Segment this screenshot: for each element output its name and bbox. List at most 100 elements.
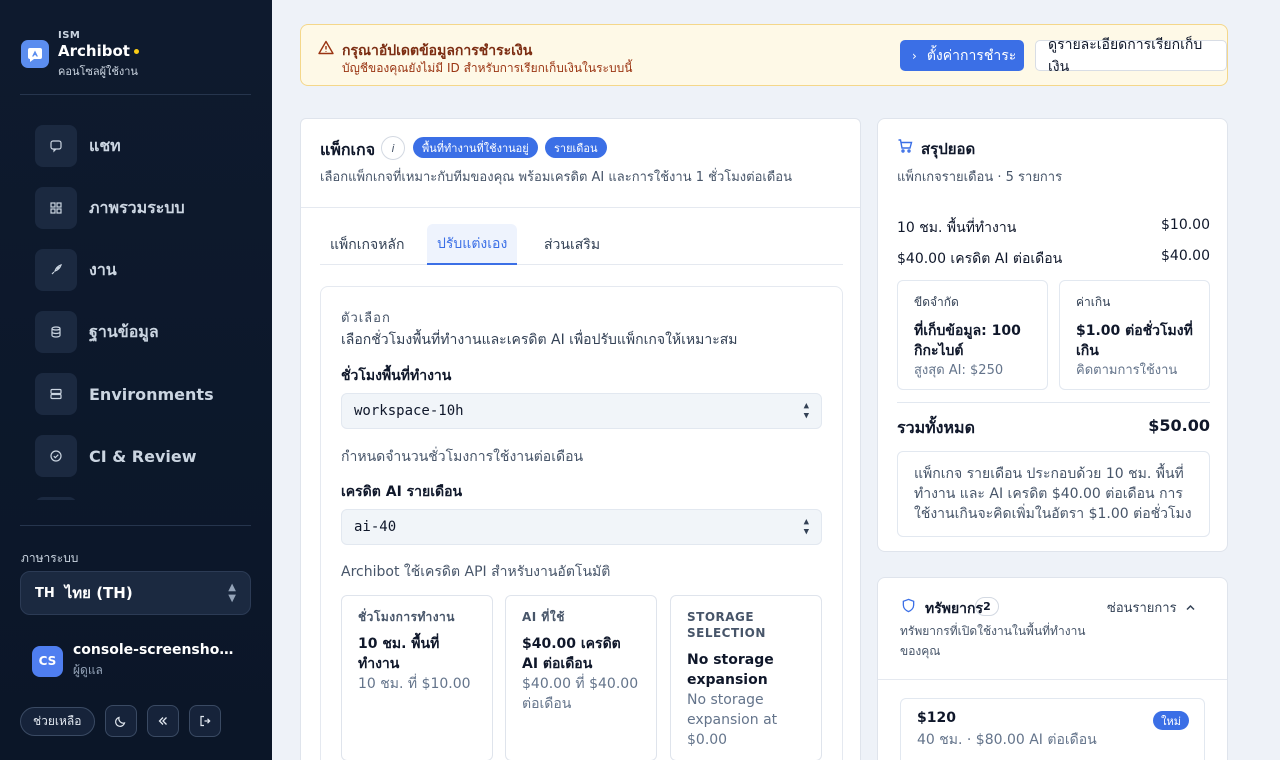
tab-addons[interactable]: ส่วนเสริม bbox=[534, 224, 610, 265]
shield-icon bbox=[902, 598, 915, 613]
divider bbox=[878, 679, 1227, 680]
tab-customize[interactable]: ปรับแต่งเอง bbox=[427, 224, 518, 265]
sidebar-item-label: ฐานข้อมูล bbox=[89, 321, 159, 341]
resources-description: ทรัพยากรที่เปิดใช้งานในพื้นที่ทำงานของคุ… bbox=[900, 624, 1086, 658]
setup-billing-button[interactable]: › ตั้งค่าการชำระ bbox=[900, 40, 1025, 71]
sidebar-item-jobs[interactable]: งาน bbox=[35, 249, 251, 291]
order-line-item: $40.00 เครดิต AI ต่อเดือน $40.00 bbox=[897, 248, 1210, 270]
storage-selection-card: STORAGE SELECTION No storage expansion N… bbox=[670, 595, 822, 760]
chevron-updown-icon: ▲ ▼ bbox=[803, 401, 809, 421]
brand-kicker: ISM bbox=[58, 30, 81, 41]
rocket-icon bbox=[35, 249, 77, 291]
user-name: console-screenshot-admin bbox=[73, 642, 238, 658]
line-item-value: $40.00 bbox=[1161, 248, 1210, 264]
chevrons-left-icon bbox=[158, 717, 167, 725]
status-dot bbox=[133, 48, 139, 54]
sidebar-item-overview[interactable]: ภาพรวมระบบ bbox=[35, 187, 251, 229]
workspace-hours-label: ชั่วโมงพื้นที่ทำงาน bbox=[341, 368, 452, 384]
workspace-hours-help: กำหนดจำนวนชั่วโมงการใช้งานต่อเดือน bbox=[341, 449, 584, 465]
info-icon[interactable]: i bbox=[381, 136, 405, 160]
plan-card: แพ็กเกจ i พื้นที่ทำงานที่ใช้งานอยู่ รายเ… bbox=[300, 118, 861, 760]
brand[interactable]: ISM Archibot คอนโซลผู้ใช้งาน bbox=[21, 30, 139, 80]
grid-icon bbox=[35, 187, 77, 229]
resource-info: 40 ชม. · $80.00 AI ต่อเดือน bbox=[917, 732, 1097, 748]
resources-title: ทรัพยากร bbox=[925, 601, 984, 617]
theme-toggle-button[interactable] bbox=[104, 705, 137, 737]
avatar: CS bbox=[32, 645, 63, 677]
brand-subtitle: คอนโซลผู้ใช้งาน bbox=[58, 65, 138, 78]
sidebar-nav: แชท ภาพรวมระบบ งาน ฐานข้อมูล Environment… bbox=[35, 125, 251, 500]
ai-credit-value: ai-40 bbox=[354, 519, 397, 535]
language-value: ไทย (TH) bbox=[64, 584, 133, 602]
toggle-resources-button[interactable]: ซ่อนรายการ bbox=[1107, 597, 1196, 618]
sidebar-divider bbox=[20, 525, 251, 526]
resource-item[interactable]: $120 40 ชม. · $80.00 AI ต่อเดือน ใหม่ bbox=[900, 698, 1205, 760]
sidebar-item-label: งาน bbox=[89, 259, 117, 279]
sidebar-item-environments[interactable]: Environments bbox=[35, 373, 251, 415]
card-subtitle: 10 ชม. ที่ $10.00 bbox=[358, 676, 471, 692]
sidebar-item-ci-review[interactable]: CI & Review bbox=[35, 435, 251, 477]
logout-button[interactable] bbox=[188, 705, 221, 737]
collapse-sidebar-button[interactable] bbox=[146, 705, 179, 737]
line-item-value: $10.00 bbox=[1161, 217, 1210, 233]
brand-name: Archibot bbox=[58, 42, 130, 60]
ai-credit-select[interactable]: ai-40 ▲ ▼ bbox=[341, 509, 822, 545]
line-item-label: 10 ชม. พื้นที่ทำงาน bbox=[897, 220, 1017, 236]
workspace-hours-select[interactable]: workspace-10h ▲ ▼ bbox=[341, 393, 822, 429]
new-badge: ใหม่ bbox=[1153, 711, 1189, 730]
ai-credit-help: Archibot ใช้เครดิต API สำหรับงานอัตโนมัต… bbox=[341, 564, 611, 580]
overage-sub: คิดตามการใช้งาน bbox=[1076, 363, 1178, 378]
moon-icon bbox=[114, 716, 125, 727]
chevron-updown-icon: ▲ ▼ bbox=[803, 517, 809, 537]
plan-tabs: แพ็กเกจหลัก ปรับแต่งเอง ส่วนเสริม bbox=[320, 224, 843, 265]
sidebar-item-label: ภาพรวมระบบ bbox=[89, 197, 185, 217]
plan-card-header: แพ็กเกจ i พื้นที่ทำงานที่ใช้งานอยู่ รายเ… bbox=[301, 119, 860, 208]
overage-label: ค่าเกิน bbox=[1076, 295, 1111, 309]
card-kicker: ชั่วโมงการทำงาน bbox=[358, 610, 455, 624]
line-item-label: $40.00 เครดิต AI ต่อเดือน bbox=[897, 251, 1063, 267]
user-role: ผู้ดูแล bbox=[73, 663, 103, 677]
card-title: 10 ชม. พื้นที่ทำงาน bbox=[358, 636, 440, 672]
server-icon bbox=[35, 373, 77, 415]
chevron-up-icon bbox=[1186, 604, 1195, 611]
total-label: รวมทั้งหมด bbox=[897, 418, 975, 437]
sidebar-item-database[interactable]: ฐานข้อมูล bbox=[35, 311, 251, 353]
card-title: No storage expansion bbox=[687, 652, 774, 688]
card-subtitle: No storage expansion at $0.00 bbox=[687, 692, 778, 748]
customize-panel: ตัวเลือก เลือกชั่วโมงพื้นที่ทำงานและเครด… bbox=[320, 286, 843, 760]
resources-count-badge: 2 bbox=[975, 597, 999, 616]
section-description: เลือกชั่วโมงพื้นที่ทำงานและเครดิต AI เพื… bbox=[341, 332, 738, 348]
resources-card: ทรัพยากร 2 ซ่อนรายการ ทรัพยากรที่เปิดใช้… bbox=[877, 577, 1228, 760]
sidebar-item-chat[interactable]: แชท bbox=[35, 125, 251, 167]
section-kicker: ตัวเลือก bbox=[341, 311, 391, 326]
card-subtitle: $40.00 ที่ $40.00 ต่อเดือน bbox=[522, 676, 639, 712]
logout-icon bbox=[199, 715, 211, 727]
more-icon bbox=[35, 497, 77, 500]
card-title: $40.00 เครดิต AI ต่อเดือน bbox=[522, 636, 621, 672]
billing-details-button[interactable]: ดูรายละเอียดการเรียกเก็บเงิน bbox=[1035, 37, 1227, 75]
language-flag: TH bbox=[35, 585, 55, 601]
workspace-selection-card: ชั่วโมงการทำงาน 10 ชม. พื้นที่ทำงาน 10 ช… bbox=[341, 595, 493, 760]
limits-value: ที่เก็บข้อมูล: 100 กิกะไบต์ bbox=[914, 323, 1021, 359]
chevron-right-icon: › bbox=[912, 48, 917, 63]
tab-main-plan[interactable]: แพ็กเกจหลัก bbox=[320, 224, 414, 265]
sidebar-item-label: CI & Review bbox=[89, 446, 197, 466]
warning-icon bbox=[318, 40, 334, 55]
help-button[interactable]: ช่วยเหลือ bbox=[20, 706, 95, 736]
limits-sub: สูงสุด AI: $250 bbox=[914, 363, 1004, 378]
language-label: ภาษาระบบ bbox=[21, 551, 79, 565]
card-kicker: STORAGE SELECTION bbox=[687, 610, 766, 640]
check-circle-icon bbox=[35, 435, 77, 477]
user-profile[interactable]: CS console-screenshot-admin ผู้ดูแล bbox=[32, 642, 238, 680]
limits-box: ขีดจำกัด ที่เก็บข้อมูล: 100 กิกะไบต์ สูง… bbox=[897, 280, 1048, 390]
order-summary-subtitle: แพ็กเกจรายเดือน · 5 รายการ bbox=[897, 170, 1063, 185]
overage-value: $1.00 ต่อชั่วโมงที่เกิน bbox=[1076, 323, 1193, 359]
ai-selection-card: AI ที่ใช้ $40.00 เครดิต AI ต่อเดือน $40.… bbox=[505, 595, 657, 760]
chevron-updown-icon: ▲ ▼ bbox=[228, 582, 236, 604]
language-select[interactable]: TH ไทย (TH) ▲ ▼ bbox=[20, 571, 251, 615]
order-summary-title: สรุปยอด bbox=[921, 140, 976, 158]
workspace-hours-value: workspace-10h bbox=[354, 403, 464, 419]
banner-description: บัญชีของคุณยังไม่มี ID สำหรับการเรียกเก็… bbox=[342, 61, 633, 75]
sidebar-item-more[interactable] bbox=[35, 497, 251, 500]
total-value: $50.00 bbox=[1148, 416, 1210, 435]
